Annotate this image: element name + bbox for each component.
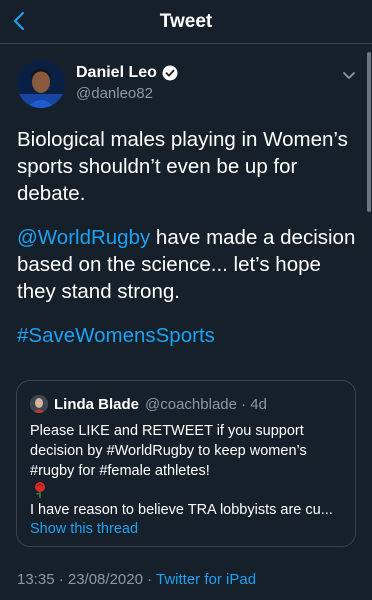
timestamp-text: 13:35 · 23/08/2020 ·: [17, 571, 156, 588]
page-title: Tweet: [159, 11, 213, 32]
tweet-paragraph: #SaveWomensSports: [17, 322, 357, 349]
hashtag-link[interactable]: #SaveWomensSports: [17, 324, 215, 347]
chevron-down-icon[interactable]: [340, 66, 358, 84]
scrollbar[interactable]: [367, 52, 371, 212]
author-handle[interactable]: @danleo82: [76, 85, 153, 102]
rose-emoji-icon: [35, 482, 45, 498]
quoted-line: Please LIKE and RETWEET if you support d…: [30, 423, 307, 479]
tweet-paragraph: @WorldRugby have made a decision based o…: [17, 224, 357, 305]
mention-link[interactable]: @WorldRugby: [17, 226, 150, 249]
tweet-timestamp: 13:35 · 23/08/2020 · Twitter for iPad: [17, 571, 256, 588]
verified-badge-icon: [162, 65, 178, 81]
quoted-line: I have reason to believe TRA lobbyists a…: [30, 502, 333, 518]
quoted-text: Please LIKE and RETWEET if you support d…: [30, 421, 348, 520]
show-thread-link[interactable]: Show this thread: [30, 521, 138, 537]
top-bar: Tweet: [0, 0, 372, 44]
author-name[interactable]: Daniel Leo: [76, 64, 157, 82]
tweet-author: Daniel Leo @danleo82: [0, 44, 372, 112]
source-link[interactable]: Twitter for iPad: [156, 571, 256, 588]
quoted-author-name: Linda Blade: [54, 395, 140, 413]
tweet-body: Biological males playing in Women’s spor…: [17, 126, 357, 366]
quoted-author-meta: @coachblade · 4d: [145, 395, 267, 413]
quoted-tweet[interactable]: Linda Blade @coachblade · 4d Please LIKE…: [16, 380, 356, 547]
quoted-avatar: [30, 395, 48, 413]
tweet-paragraph: Biological males playing in Women’s spor…: [17, 128, 348, 205]
avatar[interactable]: [17, 60, 65, 108]
